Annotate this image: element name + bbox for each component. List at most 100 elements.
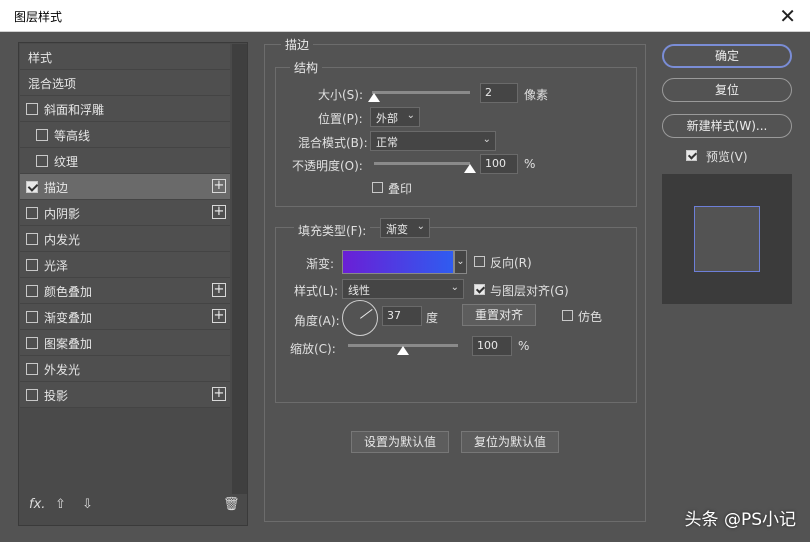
gradient-label: 渐变:	[306, 257, 335, 271]
size-input[interactable]: 2	[480, 83, 518, 103]
effect-item[interactable]: 图案叠加	[20, 330, 230, 356]
effect-label: 图案叠加	[44, 337, 93, 351]
structure-title: 结构	[290, 59, 323, 76]
fill-type-value: 渐变	[386, 223, 408, 236]
angle-unit: 度	[426, 311, 439, 325]
chevron-down-icon: ⌄	[482, 134, 491, 145]
angle-input[interactable]: 37	[382, 306, 422, 326]
add-effect-icon[interactable]: +	[212, 283, 226, 297]
blend-mode-value: 正常	[376, 136, 398, 149]
set-default-button[interactable]: 设置为默认值	[351, 431, 449, 453]
effect-label: 描边	[44, 181, 69, 195]
effect-label: 光泽	[44, 259, 69, 273]
effect-checkbox[interactable]	[36, 129, 48, 141]
effect-checkbox[interactable]	[26, 181, 38, 193]
fx-icon[interactable]: fx.	[29, 497, 45, 512]
gradient-dropdown-arrow[interactable]: ⌄	[454, 250, 467, 274]
reset-button[interactable]: 复位	[662, 78, 792, 102]
position-value: 外部	[376, 112, 398, 125]
align-with-layer-label: 与图层对齐(G)	[490, 284, 569, 298]
effects-list: 样式 混合选项 斜面和浮雕 等高线 纹理 描边 + 内阴影 + 内发光 光泽 颜色叠加 + 渐变叠加 + 图案…	[20, 44, 230, 408]
close-icon[interactable]: ✕	[779, 4, 796, 28]
preview-checkbox[interactable]	[686, 150, 697, 161]
effect-checkbox[interactable]	[26, 259, 38, 271]
opacity-slider-track[interactable]	[374, 162, 470, 165]
effect-item[interactable]: 内发光	[20, 226, 230, 252]
effect-checkbox[interactable]	[26, 311, 38, 323]
trash-icon[interactable]: 🗑	[223, 497, 240, 512]
effect-checkbox[interactable]	[26, 103, 38, 115]
effects-list-panel: 样式 混合选项 斜面和浮雕 等高线 纹理 描边 + 内阴影 + 内发光 光泽 颜色叠加 + 渐变叠加 + 图案…	[18, 42, 248, 526]
stroke-title: 描边	[281, 36, 314, 53]
effects-footer: fx. ⇧ ⇩ 🗑	[27, 497, 241, 517]
effect-checkbox[interactable]	[26, 389, 38, 401]
watermark: 头条 @PS小记	[684, 510, 796, 530]
gradient-swatch[interactable]	[342, 250, 454, 274]
reset-default-button[interactable]: 复位为默认值	[461, 431, 559, 453]
effect-item[interactable]: 纹理	[20, 148, 230, 174]
effect-checkbox[interactable]	[26, 337, 38, 349]
move-up-icon[interactable]: ⇧	[55, 497, 66, 512]
add-effect-icon[interactable]: +	[212, 205, 226, 219]
window-title: 图层样式	[14, 10, 63, 24]
style-value: 线性	[348, 284, 370, 297]
reverse-label: 反向(R)	[490, 256, 532, 270]
effect-checkbox[interactable]	[26, 285, 38, 297]
effect-label: 内阴影	[44, 207, 81, 221]
effect-label: 斜面和浮雕	[44, 103, 105, 117]
blend-mode-label: 混合模式(B):	[298, 136, 368, 150]
effect-item[interactable]: 描边 +	[20, 174, 230, 200]
effect-item[interactable]: 颜色叠加 +	[20, 278, 230, 304]
effect-label: 混合选项	[28, 77, 77, 91]
scale-input[interactable]: 100	[472, 336, 512, 356]
scale-slider-thumb[interactable]	[397, 346, 409, 355]
add-effect-icon[interactable]: +	[212, 387, 226, 401]
fill-type-dropdown[interactable]: 渐变 ⌄	[380, 218, 430, 238]
fill-type-label: 填充类型(F):	[294, 222, 371, 239]
dither-checkbox[interactable]	[562, 310, 573, 321]
scale-unit: %	[518, 339, 530, 353]
effect-checkbox[interactable]	[26, 207, 38, 219]
preview-thumbnail	[662, 174, 792, 304]
effect-item[interactable]: 样式	[20, 44, 230, 70]
align-with-layer-checkbox[interactable]	[474, 284, 485, 295]
opacity-input[interactable]: 100	[480, 154, 518, 174]
position-dropdown[interactable]: 外部 ⌄	[370, 107, 420, 127]
preview-label: 预览(V)	[706, 150, 748, 164]
move-down-icon[interactable]: ⇩	[82, 497, 93, 512]
reverse-checkbox[interactable]	[474, 256, 485, 267]
position-label: 位置(P):	[318, 112, 363, 126]
effects-list-scrollbar[interactable]	[232, 44, 247, 494]
opacity-slider-thumb[interactable]	[464, 164, 476, 173]
style-dropdown[interactable]: 线性 ⌄	[342, 279, 464, 299]
title-bar: 图层样式 ✕	[0, 0, 810, 32]
new-style-button[interactable]: 新建样式(W)...	[662, 114, 792, 138]
size-slider-thumb[interactable]	[367, 93, 380, 102]
effect-item[interactable]: 等高线	[20, 122, 230, 148]
effect-label: 颜色叠加	[44, 285, 93, 299]
opacity-unit: %	[524, 157, 536, 171]
effect-item[interactable]: 光泽	[20, 252, 230, 278]
effect-item[interactable]: 斜面和浮雕	[20, 96, 230, 122]
effect-item[interactable]: 外发光	[20, 356, 230, 382]
angle-label: 角度(A):	[294, 314, 340, 328]
add-effect-icon[interactable]: +	[212, 309, 226, 323]
blend-mode-dropdown[interactable]: 正常 ⌄	[370, 131, 496, 151]
overprint-checkbox[interactable]	[372, 182, 383, 193]
effect-item[interactable]: 内阴影 +	[20, 200, 230, 226]
reset-alignment-button[interactable]: 重置对齐	[462, 304, 536, 326]
chevron-down-icon: ⌄	[450, 282, 459, 293]
effect-item[interactable]: 渐变叠加 +	[20, 304, 230, 330]
effect-item[interactable]: 混合选项	[20, 70, 230, 96]
effect-checkbox[interactable]	[36, 155, 48, 167]
add-effect-icon[interactable]: +	[212, 179, 226, 193]
structure-group: 结构 大小(S): 2 像素 位置(P): 外部 ⌄ 混合模式(B): 正常 ⌄…	[275, 59, 637, 207]
size-slider-track[interactable]	[372, 91, 470, 94]
effect-checkbox[interactable]	[26, 233, 38, 245]
angle-dial[interactable]	[342, 300, 378, 336]
fill-group: 填充类型(F): 渐变 ⌄ 渐变: ⌄ 反向(R) 样式(L): 线性 ⌄ 与图…	[275, 218, 637, 403]
effect-item[interactable]: 投影 +	[20, 382, 230, 408]
effect-label: 纹理	[54, 155, 79, 169]
effect-checkbox[interactable]	[26, 363, 38, 375]
ok-button[interactable]: 确定	[662, 44, 792, 68]
